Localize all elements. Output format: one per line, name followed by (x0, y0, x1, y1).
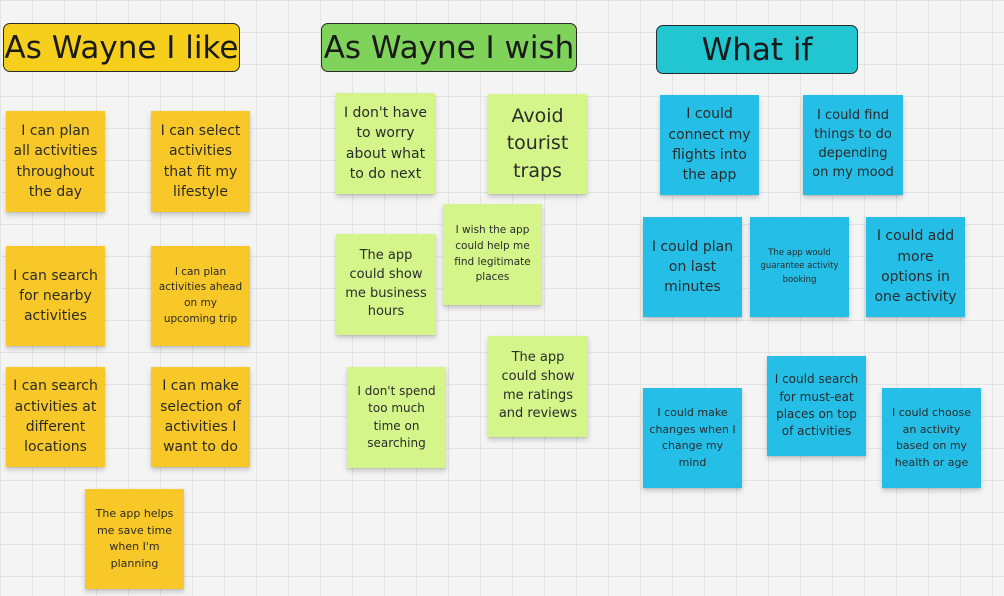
sticky-note-text: I don't spend too much time on searching (357, 383, 436, 450)
sticky-note-text: The app could show me ratings and review… (498, 349, 578, 422)
sticky-note-text: I don't have to worry about what to do n… (343, 104, 428, 182)
header-as-wayne-i-wish[interactable]: As Wayne I wish (321, 23, 577, 72)
sticky-note-whatif[interactable]: I could add more options in one activity (866, 217, 965, 317)
sticky-note-text: I wish the app could help me find legiti… (454, 224, 531, 284)
sticky-note-whatif[interactable]: I could search for must-eat places on to… (767, 356, 866, 456)
sticky-note-text: I can search activities at different loc… (13, 378, 98, 456)
sticky-note-like[interactable]: The app helps me save time when I'm plan… (85, 489, 184, 589)
sticky-note-like[interactable]: I can search for nearby activities (6, 246, 105, 346)
sticky-note-whatif[interactable]: I could connect my flights into the app (660, 95, 759, 195)
sticky-note-wish[interactable]: The app could show me business hours (336, 234, 436, 335)
sticky-note-like[interactable]: I can search activities at different loc… (6, 367, 105, 467)
sticky-note-text: I could make changes when I change my mi… (649, 406, 736, 469)
sticky-note-like[interactable]: I can select activities that fit my life… (151, 111, 250, 212)
sticky-note-text: Avoid tourist traps (506, 104, 569, 182)
sticky-note-wish[interactable]: Avoid tourist traps (488, 94, 587, 194)
sticky-note-text: I could find things to do depending on m… (812, 108, 894, 180)
header-what-if[interactable]: What if (656, 25, 858, 74)
sticky-note-text: I could plan on last minutes (651, 238, 734, 296)
sticky-note-text: I could search for must-eat places on to… (774, 372, 859, 439)
sticky-note-wish[interactable]: The app could show me ratings and review… (488, 336, 588, 437)
header-as-wayne-i-like[interactable]: As Wayne I like (3, 23, 240, 72)
sticky-note-text: The app helps me save time when I'm plan… (95, 507, 174, 570)
sticky-note-text: I can make selection of activities I wan… (160, 378, 241, 456)
sticky-note-wish[interactable]: I don't spend too much time on searching (347, 367, 446, 468)
sticky-note-text: I can search for nearby activities (13, 267, 98, 325)
sticky-note-like[interactable]: I can plan activities ahead on my upcomi… (151, 246, 250, 346)
sticky-note-text: I can plan all activities throughout the… (13, 122, 98, 200)
sticky-note-like[interactable]: I can make selection of activities I wan… (151, 367, 250, 467)
sticky-note-text: I can plan activities ahead on my upcomi… (158, 265, 243, 325)
sticky-note-text: I could connect my flights into the app (668, 106, 751, 184)
sticky-note-whatif[interactable]: The app would guarantee activity booking (750, 217, 849, 317)
sticky-note-text: The app would guarantee activity booking (760, 248, 839, 285)
header-like-label: As Wayne I like (4, 29, 239, 66)
sticky-note-whatif[interactable]: I could plan on last minutes (643, 217, 742, 317)
sticky-note-whatif[interactable]: I could make changes when I change my mi… (643, 388, 742, 488)
sticky-note-like[interactable]: I can plan all activities throughout the… (6, 111, 105, 212)
sticky-note-text: The app could show me business hours (345, 247, 427, 320)
sticky-note-wish[interactable]: I don't have to worry about what to do n… (336, 93, 435, 194)
sticky-note-whatif[interactable]: I could choose an activity based on my h… (882, 388, 981, 488)
sticky-note-text: I could choose an activity based on my h… (891, 406, 971, 469)
whiteboard-canvas[interactable]: As Wayne I like As Wayne I wish What if … (0, 0, 1004, 596)
sticky-note-text: I can select activities that fit my life… (160, 122, 241, 200)
header-whatif-label: What if (701, 31, 813, 68)
sticky-note-text: I could add more options in one activity (874, 228, 957, 306)
header-wish-label: As Wayne I wish (323, 29, 575, 66)
sticky-note-wish[interactable]: I wish the app could help me find legiti… (443, 204, 542, 305)
sticky-note-whatif[interactable]: I could find things to do depending on m… (803, 95, 903, 195)
